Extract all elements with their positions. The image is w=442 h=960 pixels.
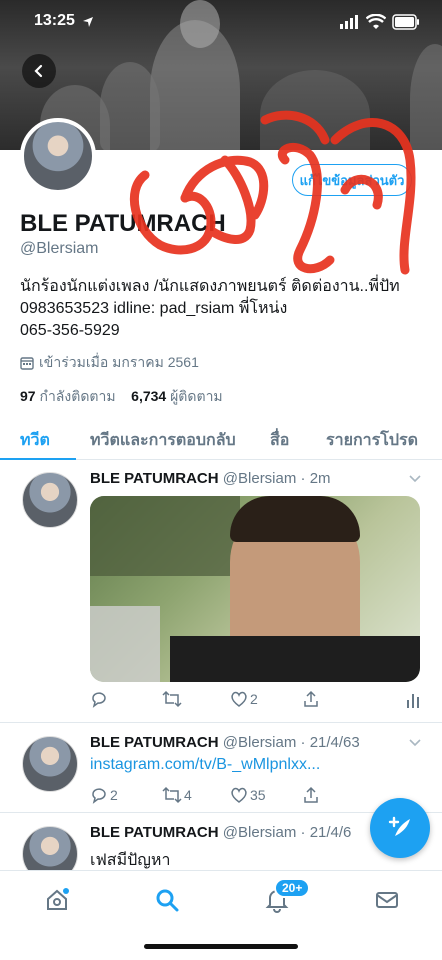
tweet-header: BLE PATUMRACH @Blersiam · 2m [90, 470, 331, 487]
tweet-author-name[interactable]: BLE PATUMRACH [90, 470, 219, 487]
follow-stats: 97 กำลังติดตาม 6,734 ผู้ติดตาม [20, 386, 223, 408]
like-icon[interactable] [230, 786, 248, 804]
following-label: กำลังติดตาม [39, 388, 116, 404]
tweet-time: · 21/4/63 [300, 734, 360, 751]
tweet-author-name[interactable]: BLE PATUMRACH [90, 734, 219, 751]
calendar-icon [20, 357, 34, 370]
followers-label: ผู้ติดตาม [170, 388, 223, 404]
chevron-left-icon [34, 64, 43, 78]
home-indicator [144, 944, 298, 949]
tab-likes[interactable]: รายการโปรด [326, 428, 418, 453]
reply-icon[interactable] [90, 786, 108, 804]
status-time: 13:25 [34, 12, 75, 29]
tweet-time: · 2m [300, 470, 331, 487]
battery-icon [392, 14, 419, 30]
chevron-down-icon[interactable] [408, 738, 422, 748]
tweet-author-name[interactable]: BLE PATUMRACH [90, 824, 219, 841]
tweet-author-handle: @Blersiam [222, 824, 297, 841]
tweet-avatar[interactable] [22, 472, 78, 528]
wifi-icon [366, 14, 386, 29]
joined-date-text: เข้าร่วมเมื่อ มกราคม 2561 [39, 354, 199, 370]
profile-tabs: ทวีต ทวีตและการตอบกลับ สื่อ รายการโปรด [0, 414, 442, 460]
tab-tweets[interactable]: ทวีต [20, 428, 50, 453]
tweet-author-handle: @Blersiam [222, 734, 297, 751]
like-count: 2 [250, 691, 258, 707]
profile-avatar[interactable] [20, 118, 96, 194]
tweet-time: · 21/4/6 [300, 824, 352, 841]
like-count: 35 [250, 787, 266, 803]
notifications-badge: 20+ [274, 878, 311, 898]
compose-tweet-button[interactable] [370, 798, 430, 858]
share-icon[interactable] [302, 786, 320, 804]
retweet-icon[interactable] [162, 690, 182, 708]
mail-icon [376, 892, 398, 908]
tweet-divider [0, 722, 442, 723]
joined-date: เข้าร่วมเมื่อ มกราคม 2561 [20, 352, 199, 374]
signal-icon [340, 15, 358, 29]
active-tab-indicator [0, 458, 76, 460]
following-count: 97 [20, 388, 36, 404]
handwriting-overlay [129, 110, 416, 275]
following-link[interactable]: 97 กำลังติดตาม [20, 388, 116, 404]
profile-handle: @Blersiam [20, 240, 99, 257]
back-button[interactable] [22, 54, 56, 88]
chevron-down-icon[interactable] [408, 474, 422, 484]
tweet-header: BLE PATUMRACH @Blersiam · 21/4/6 [90, 824, 351, 841]
search-icon [156, 889, 179, 912]
nav-messages[interactable] [372, 885, 402, 915]
reply-count: 2 [110, 787, 118, 803]
followers-count: 6,734 [131, 388, 167, 404]
followers-link[interactable]: 6,734 ผู้ติดตาม [131, 388, 223, 404]
like-icon[interactable] [230, 690, 248, 708]
location-arrow-icon [83, 17, 93, 27]
reply-icon[interactable] [90, 690, 108, 708]
tab-media[interactable]: สื่อ [270, 428, 289, 453]
tweet-media-image[interactable] [90, 496, 420, 682]
feather-plus-icon [388, 816, 410, 836]
tweet-avatar[interactable] [22, 736, 78, 792]
tweet-header: BLE PATUMRACH @Blersiam · 21/4/63 [90, 734, 360, 751]
retweet-icon[interactable] [162, 786, 182, 804]
nav-home[interactable] [42, 885, 72, 915]
tweet-author-handle: @Blersiam [222, 470, 297, 487]
nav-search[interactable] [152, 885, 182, 915]
share-icon[interactable] [302, 690, 320, 708]
home-icon [47, 888, 69, 910]
analytics-icon[interactable] [406, 692, 420, 708]
tweet-link[interactable]: instagram.com/tv/B-_wMlpnlxx... [90, 756, 320, 774]
tab-tweets-replies[interactable]: ทวีตและการตอบกลับ [90, 428, 236, 453]
retweet-count: 4 [184, 787, 192, 803]
